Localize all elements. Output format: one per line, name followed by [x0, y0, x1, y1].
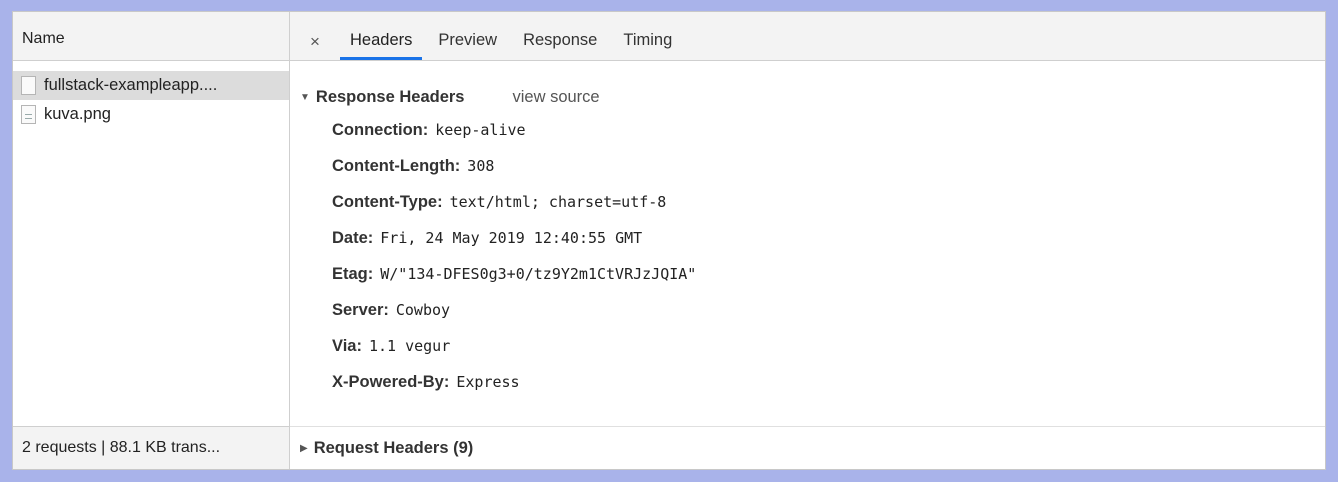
tab-timing[interactable]: Timing [613, 24, 682, 60]
header-value: keep-alive [435, 121, 526, 139]
triangle-down-icon: ▼ [300, 91, 310, 103]
header-name: Content-Type: [332, 192, 443, 211]
header-name: Content-Length: [332, 156, 461, 175]
response-headers-title: Response Headers [315, 87, 465, 106]
triangle-right-icon: ▶ [300, 442, 308, 454]
header-value: Fri, 24 May 2019 12:40:55 GMT [380, 229, 643, 247]
header-name: Etag: [332, 264, 374, 283]
header-row: Server: Cowboy [290, 292, 1325, 328]
document-icon [21, 76, 36, 95]
tab-preview[interactable]: Preview [428, 24, 507, 60]
header-value: Cowboy [395, 301, 451, 319]
header-row: Via: 1.1 vegur [290, 328, 1325, 364]
header-name: Connection: [332, 120, 429, 139]
header-value: W/"134-DFES0g3+0/tz9Y2m1CtVRJzJQIA" [380, 265, 697, 283]
header-row: Connection: keep-alive [290, 112, 1325, 148]
name-column-header[interactable]: Name [13, 12, 289, 61]
header-value: 308 [467, 157, 495, 175]
tab-headers[interactable]: Headers [340, 24, 423, 60]
request-row-fullstack[interactable]: fullstack-exampleapp.... [13, 71, 289, 100]
request-name: kuva.png [44, 104, 111, 123]
request-name: fullstack-exampleapp.... [44, 76, 218, 94]
header-row: Content-Length: 308 [290, 148, 1325, 184]
header-name: X-Powered-By: [332, 372, 450, 391]
request-list-pane: Name fullstack-exampleapp.... kuva.png 2… [13, 12, 290, 469]
request-row-kuva[interactable]: kuva.png [13, 100, 289, 128]
close-icon[interactable]: × [304, 24, 326, 60]
request-details-pane: × Headers Preview Response Timing ▼ Resp… [290, 12, 1325, 469]
request-headers-title: Request Headers (9) [313, 438, 474, 457]
response-headers-section[interactable]: ▼ Response Headers view source [290, 82, 1325, 112]
header-row: Etag: W/"134-DFES0g3+0/tz9Y2m1CtVRJzJQIA" [290, 256, 1325, 292]
requests-summary: 2 requests | 88.1 KB trans... [13, 426, 289, 469]
view-source-link[interactable]: view source [512, 88, 599, 107]
header-row: X-Powered-By: Express [290, 364, 1325, 400]
image-file-icon [21, 104, 36, 124]
header-row: Date: Fri, 24 May 2019 12:40:55 GMT [290, 220, 1325, 256]
header-name: Via: [332, 336, 362, 355]
response-header-list: Connection: keep-alive Content-Length: 308… [290, 112, 1325, 400]
details-tabbar: × Headers Preview Response Timing [290, 12, 1325, 61]
request-headers-section[interactable]: ▶ Request Headers (9) [290, 426, 1325, 469]
header-name: Server: [332, 300, 389, 319]
tab-response[interactable]: Response [513, 24, 607, 60]
header-name: Date: [332, 228, 374, 247]
header-row: Content-Type: text/html; charset=utf-8 [290, 184, 1325, 220]
header-value: Express [456, 373, 520, 391]
header-value: text/html; charset=utf-8 [449, 193, 667, 211]
devtools-network-panel: Name fullstack-exampleapp.... kuva.png 2… [12, 11, 1326, 470]
header-value: 1.1 vegur [368, 337, 451, 355]
